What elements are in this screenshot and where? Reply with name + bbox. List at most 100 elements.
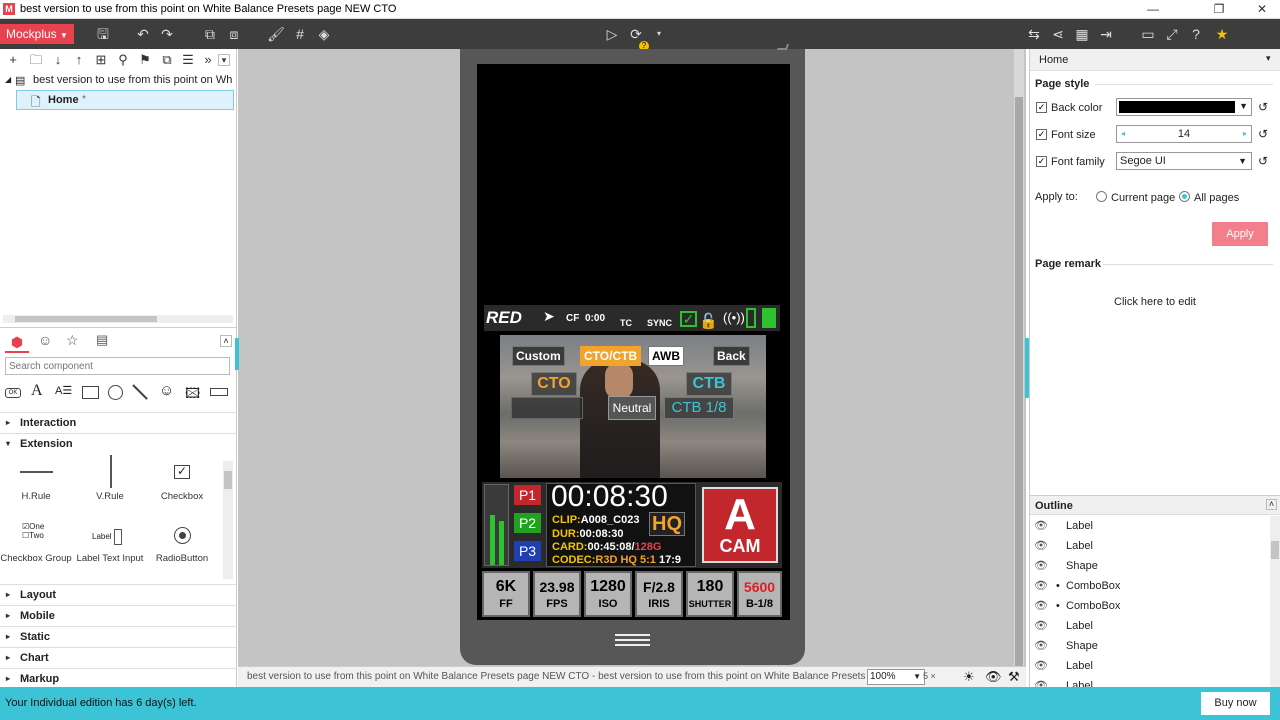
cto-button[interactable]: CTO: [531, 372, 577, 396]
spec-resolution-tile[interactable]: 6K FF: [482, 571, 530, 617]
button-component-icon[interactable]: OK: [5, 388, 21, 398]
fill-icon[interactable]: ◈: [315, 25, 333, 43]
window-mode-icon[interactable]: ▭: [1139, 25, 1157, 43]
circle-component-icon[interactable]: [108, 385, 123, 400]
fullscreen-icon[interactable]: ⤢: [1163, 25, 1181, 43]
checkbox-group-component[interactable]: Checkbox Group: [0, 553, 72, 564]
rectangle-component-icon[interactable]: [82, 386, 99, 399]
tree-project[interactable]: best version to use from this point on W…: [33, 74, 233, 86]
more-icon[interactable]: »: [199, 52, 217, 68]
preset-p2-button[interactable]: P2: [514, 513, 541, 533]
tree-scroll-thumb[interactable]: [15, 316, 157, 322]
search-icon[interactable]: ⚲: [114, 52, 132, 68]
outline-row[interactable]: 👁 • ComboBox: [1030, 576, 1266, 596]
back-color-picker[interactable]: ▼: [1116, 98, 1252, 116]
paragraph-component-icon[interactable]: A☰: [55, 384, 72, 397]
spec-iris-tile[interactable]: F/2.8 IRIS: [635, 571, 683, 617]
transfer-icon[interactable]: ⇆: [1025, 25, 1043, 43]
star-account-icon[interactable]: ★: [1213, 25, 1231, 43]
category-extension[interactable]: ▾ Extension: [0, 433, 237, 453]
outline-collapse-icon[interactable]: ˄: [1266, 499, 1277, 510]
category-static[interactable]: ▸ Static: [0, 626, 237, 646]
canvas-v-scrollbar[interactable]: [1014, 49, 1024, 683]
input-component-icon[interactable]: [210, 388, 228, 396]
components-tab-icon[interactable]: ⬢: [5, 331, 29, 353]
outline-row[interactable]: 👁 • ComboBox: [1030, 596, 1266, 616]
properties-collapse-icon[interactable]: ▾: [1266, 53, 1271, 64]
all-pages-radio[interactable]: [1179, 191, 1190, 202]
move-up-icon[interactable]: ↑: [70, 52, 88, 68]
back-button[interactable]: Back: [713, 346, 750, 366]
checkbox-component[interactable]: Checkbox: [146, 491, 218, 502]
hierarchy-icon[interactable]: ⊞: [92, 52, 110, 68]
tree-h-scrollbar[interactable]: [3, 315, 233, 323]
spec-iso-tile[interactable]: 1280 ISO: [584, 571, 632, 617]
outline-row[interactable]: 👁 Label: [1030, 656, 1266, 676]
font-size-checkbox[interactable]: ✓: [1036, 129, 1047, 140]
font-size-stepper[interactable]: ◂ 14 ▸: [1116, 125, 1252, 143]
help-icon[interactable]: ?: [1187, 25, 1205, 43]
outline-scrollbar[interactable]: [1270, 516, 1280, 687]
font-family-select[interactable]: Segoe UI ▼: [1116, 152, 1252, 170]
mockplus-menu-button[interactable]: Mockplus ▼: [0, 24, 74, 44]
library-scroll-thumb[interactable]: [224, 471, 232, 489]
format-painter-icon[interactable]: 🖌: [267, 25, 285, 43]
master-tab-icon[interactable]: ▤: [96, 332, 108, 348]
preview-play-icon[interactable]: ▷: [603, 25, 621, 43]
restore-icon[interactable]: ❐: [1201, 0, 1237, 19]
back-color-checkbox[interactable]: ✓: [1036, 102, 1047, 113]
tree-expand-icon[interactable]: ◢: [5, 75, 11, 84]
add-page-icon[interactable]: +: [4, 52, 22, 68]
spec-fps-tile[interactable]: 23.98 FPS: [533, 571, 581, 617]
ungroup-icon[interactable]: ⧈: [225, 25, 243, 43]
outline-row[interactable]: 👁 Shape: [1030, 636, 1266, 656]
hrule-component[interactable]: H.Rule: [0, 491, 72, 502]
cto-fraction-slot[interactable]: [511, 397, 583, 419]
page-remark-editor[interactable]: Click here to edit: [1030, 296, 1280, 308]
share-icon[interactable]: ⋖: [1049, 25, 1067, 43]
custom-button[interactable]: Custom: [512, 346, 565, 366]
export-icon[interactable]: ⇥: [1097, 25, 1115, 43]
reset-back-color-icon[interactable]: ↺: [1258, 100, 1268, 114]
minimize-icon[interactable]: —: [1135, 0, 1171, 19]
preset-p3-button[interactable]: P3: [514, 541, 541, 561]
favorites-tab-icon[interactable]: ☆: [66, 332, 79, 349]
text-component-icon[interactable]: A: [31, 382, 43, 400]
move-down-icon[interactable]: ↓: [49, 52, 67, 68]
emoji-tab-icon[interactable]: ☺: [38, 332, 52, 348]
close-icon[interactable]: ✕: [1244, 0, 1280, 19]
category-layout[interactable]: ▸ Layout: [0, 584, 237, 604]
vrule-component[interactable]: V.Rule: [74, 491, 146, 502]
font-family-checkbox[interactable]: ✓: [1036, 156, 1047, 167]
qr-icon[interactable]: ▦: [1073, 25, 1091, 43]
collapse-icon[interactable]: ▾: [218, 54, 230, 66]
undo-icon[interactable]: ↶: [134, 25, 152, 43]
outline-row[interactable]: 👁 Label: [1030, 516, 1266, 536]
add-folder-icon[interactable]: 🗀: [27, 52, 45, 68]
preset-p1-button[interactable]: P1: [514, 485, 541, 505]
library-v-scrollbar[interactable]: [223, 461, 233, 579]
ctb-button[interactable]: CTB: [686, 372, 732, 396]
spec-shutter-tile[interactable]: 180 SHUTTER: [686, 571, 734, 617]
copy-icon[interactable]: ⧉: [158, 52, 176, 68]
outline-row[interactable]: 👁 Label: [1030, 536, 1266, 556]
category-interaction[interactable]: ▸ Interaction: [0, 412, 237, 432]
category-mobile[interactable]: ▸ Mobile: [0, 605, 237, 625]
ctb-fraction-button[interactable]: CTB 1/8: [664, 397, 734, 419]
canvas-scroll-thumb[interactable]: [1015, 97, 1023, 683]
reset-font-family-icon[interactable]: ↺: [1258, 154, 1268, 168]
reset-font-size-icon[interactable]: ↺: [1258, 127, 1268, 141]
cto-ctb-button[interactable]: CTO/CTB: [580, 346, 642, 366]
grid-icon[interactable]: #: [291, 25, 309, 43]
outline-scroll-thumb[interactable]: [1271, 541, 1279, 559]
category-chart[interactable]: ▸ Chart: [0, 647, 237, 667]
label-text-input-component[interactable]: Label Text Input: [74, 553, 146, 564]
increase-icon[interactable]: ▸: [1243, 126, 1247, 142]
zoom-select[interactable]: 100% ▼: [867, 669, 925, 685]
buy-now-button[interactable]: Buy now: [1201, 692, 1270, 715]
redo-icon[interactable]: ↷: [158, 25, 176, 43]
icon-component-icon[interactable]: ☺: [159, 382, 174, 399]
spec-whitebalance-tile[interactable]: 5600 B-1/8: [737, 571, 782, 617]
group-icon[interactable]: ⧉: [201, 25, 219, 43]
outline-row[interactable]: 👁 Label: [1030, 676, 1266, 687]
